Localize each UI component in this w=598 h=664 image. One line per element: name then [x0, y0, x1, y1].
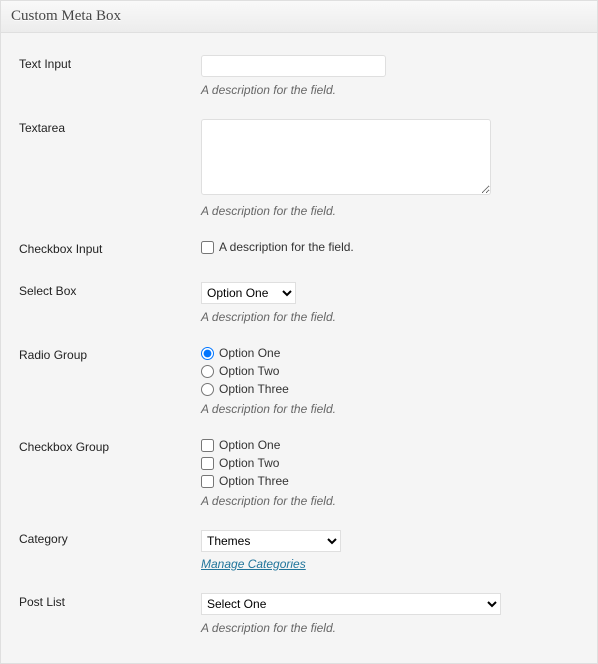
- select-box-label: Select Box: [11, 270, 201, 334]
- row-radio-group: Radio Group Option One Option Two Option…: [11, 334, 587, 426]
- checkbox-option-two[interactable]: [201, 457, 214, 470]
- select-box-desc: A description for the field.: [201, 310, 577, 324]
- custom-meta-box: Custom Meta Box Text Input A description…: [0, 0, 598, 664]
- checkbox-group-label: Checkbox Group: [11, 426, 201, 518]
- textarea-field[interactable]: [201, 119, 491, 195]
- post-list-label: Post List: [11, 581, 201, 645]
- row-post-list: Post List Select One A description for t…: [11, 581, 587, 645]
- post-list-select[interactable]: Select One: [201, 593, 501, 615]
- checkbox-option-one-label: Option One: [219, 438, 280, 452]
- category-select[interactable]: Themes: [201, 530, 341, 552]
- textarea-desc: A description for the field.: [201, 204, 577, 218]
- metabox-body: Text Input A description for the field. …: [1, 33, 597, 663]
- radio-option-one[interactable]: [201, 347, 214, 360]
- radio-option-three[interactable]: [201, 383, 214, 396]
- metabox-title: Custom Meta Box: [1, 1, 597, 33]
- radio-option-two-label: Option Two: [219, 364, 279, 378]
- row-category: Category Themes Manage Categories: [11, 518, 587, 581]
- manage-categories-link[interactable]: Manage Categories: [201, 557, 306, 571]
- category-label: Category: [11, 518, 201, 581]
- checkbox-input-field[interactable]: [201, 241, 214, 254]
- text-input-desc: A description for the field.: [201, 83, 577, 97]
- text-input-field[interactable]: [201, 55, 386, 77]
- radio-group-desc: A description for the field.: [201, 402, 577, 416]
- row-checkbox-group: Checkbox Group Option One Option Two Opt…: [11, 426, 587, 518]
- radio-option-two[interactable]: [201, 365, 214, 378]
- checkbox-input-option-label: A description for the field.: [219, 240, 354, 254]
- post-list-desc: A description for the field.: [201, 621, 577, 635]
- textarea-label: Textarea: [11, 107, 201, 228]
- checkbox-input-label: Checkbox Input: [11, 228, 201, 270]
- text-input-label: Text Input: [11, 43, 201, 107]
- checkbox-option-three[interactable]: [201, 475, 214, 488]
- row-select-box: Select Box Option One A description for …: [11, 270, 587, 334]
- row-textarea: Textarea A description for the field.: [11, 107, 587, 228]
- checkbox-option-two-label: Option Two: [219, 456, 279, 470]
- checkbox-option-one[interactable]: [201, 439, 214, 452]
- radio-option-three-label: Option Three: [219, 382, 289, 396]
- radio-option-one-label: Option One: [219, 346, 280, 360]
- radio-group-label: Radio Group: [11, 334, 201, 426]
- select-box-field[interactable]: Option One: [201, 282, 296, 304]
- row-checkbox-input: Checkbox Input A description for the fie…: [11, 228, 587, 270]
- checkbox-option-three-label: Option Three: [219, 474, 289, 488]
- checkbox-group-desc: A description for the field.: [201, 494, 577, 508]
- row-text-input: Text Input A description for the field.: [11, 43, 587, 107]
